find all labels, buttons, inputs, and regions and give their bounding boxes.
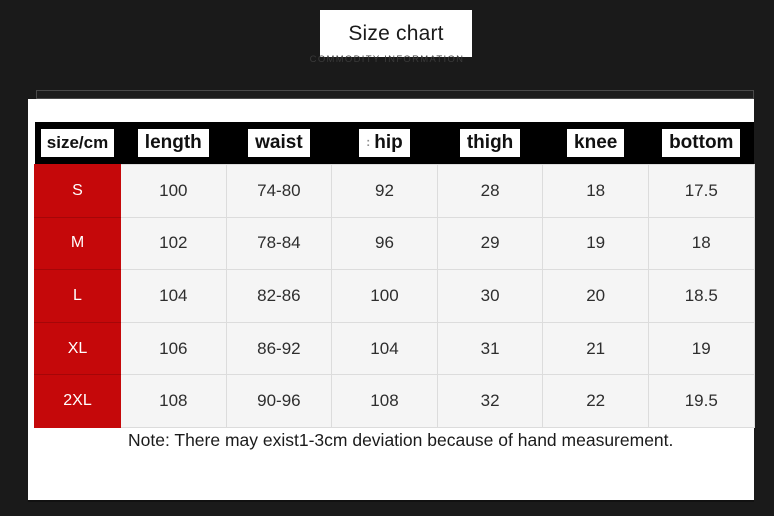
size-chart-table: size/cm length waist : hip thigh knee bo… [34,122,755,428]
cell-hip: 96 [331,216,438,271]
table-row: 2XL 108 90-96 108 32 22 19.5 [34,374,755,428]
cell-length: 106 [120,321,227,376]
cell-bottom: 19.5 [647,374,755,428]
cell-knee: 18 [542,164,649,218]
cell-hip: 108 [331,374,438,428]
column-header-hip-label: hip [374,131,403,153]
column-header-waist: waist [226,122,332,165]
cell-size: XL [34,321,121,376]
cell-thigh: 29 [436,216,544,271]
cell-length: 100 [120,164,227,218]
column-header-knee: knee [542,122,649,165]
table-row: M 102 78-84 96 29 19 18 [34,216,755,271]
cell-thigh: 32 [436,374,544,428]
size-chart-card: size/cm length waist : hip thigh knee bo… [28,99,755,502]
page-subtitle: COMMODITY INFORMATION [309,54,465,65]
cell-knee: 22 [542,374,649,428]
column-header-waist-label: waist [248,128,310,158]
cell-size: 2XL [34,374,121,428]
cell-knee: 20 [542,269,649,323]
column-header-hip-chip: : hip [359,128,410,158]
cell-bottom: 18.5 [647,269,755,323]
table-header-row: size/cm length waist : hip thigh knee bo… [34,122,755,165]
column-header-size-label: size/cm [40,129,115,157]
cell-hip: 100 [331,269,438,323]
column-header-hip: : hip [331,122,438,165]
cell-bottom: 17.5 [647,164,755,218]
column-header-bottom: bottom [648,122,755,165]
cell-knee: 19 [542,216,649,271]
cell-length: 104 [120,269,227,323]
cell-bottom: 19 [647,321,755,376]
cell-knee: 21 [542,321,649,376]
cell-hip: 92 [331,164,438,218]
cell-waist: 82-86 [225,269,333,323]
column-header-thigh: thigh [437,122,543,165]
table-row: L 104 82-86 100 30 20 18.5 [34,269,755,323]
cell-thigh: 31 [436,321,544,376]
cell-size: L [34,269,121,323]
column-header-knee-label: knee [567,128,625,158]
top-banner [36,90,754,99]
title-badge: Size chart [320,10,472,57]
column-header-length: length [120,122,227,165]
cell-size: M [34,216,121,271]
cell-waist: 90-96 [225,374,333,428]
table-row: S 100 74-80 92 28 18 17.5 [34,164,755,218]
column-header-thigh-label: thigh [459,128,521,158]
cell-waist: 78-84 [225,216,333,271]
cell-length: 108 [120,374,227,428]
measurement-note: Note: There may exist1-3cm deviation bec… [128,430,674,450]
cell-bottom: 18 [647,216,755,271]
cell-waist: 86-92 [225,321,333,376]
page-title: Size chart [348,22,444,45]
title-area: Size chart COMMODITY INFORMATION [0,0,774,92]
table-row: XL 106 86-92 104 31 21 19 [34,321,755,376]
cell-thigh: 30 [436,269,544,323]
column-header-size: size/cm [34,122,121,165]
column-header-bottom-label: bottom [662,128,741,158]
cell-size: S [34,164,121,218]
cell-thigh: 28 [436,164,544,218]
column-header-length-label: length [137,128,209,158]
cell-length: 102 [120,216,227,271]
cell-waist: 74-80 [225,164,333,218]
cell-hip: 104 [331,321,438,376]
